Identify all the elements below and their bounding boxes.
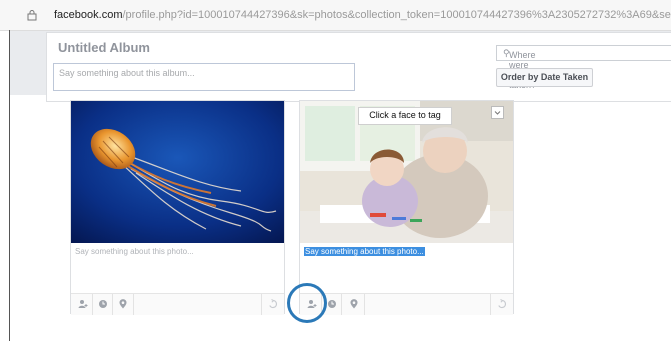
browser-address-bar: facebook.com/profile.php?id=100010744427…	[0, 0, 671, 31]
location-pin-icon[interactable]	[349, 299, 359, 309]
url-path: /profile.php?id=100010744427396&sk=photo…	[122, 9, 671, 21]
rotate-icon[interactable]	[497, 299, 507, 309]
photo-caption-input[interactable]: Say something about this photo...	[75, 247, 194, 256]
clock-icon[interactable]	[98, 299, 108, 309]
location-placeholder: ⚲ Where were these taken?	[503, 48, 536, 90]
photo-caption-input-selected[interactable]: Say something about this photo...	[304, 247, 425, 256]
photo-options-dropdown[interactable]	[491, 106, 504, 119]
photo-jellyfish[interactable]	[71, 101, 284, 243]
photo-card: Say something about this photo...	[70, 100, 285, 315]
tag-tooltip: Click a face to tag	[358, 107, 452, 125]
chevron-down-icon	[494, 111, 501, 115]
lock-icon	[27, 10, 37, 21]
highlight-circle	[287, 283, 327, 323]
url-field[interactable]: facebook.com/profile.php?id=100010744427…	[54, 9, 671, 21]
url-domain: facebook.com	[54, 9, 123, 21]
album-description-placeholder: Say something about this album...	[59, 68, 195, 78]
rotate-icon[interactable]	[268, 299, 278, 309]
photo-card: Say something about this photo...	[299, 100, 514, 315]
album-title[interactable]: Untitled Album	[58, 40, 150, 55]
photo-toolbar	[71, 293, 284, 315]
photo-toolbar	[300, 293, 513, 315]
location-input[interactable]: ⚲ Where were these taken?	[496, 45, 671, 90]
album-description-input[interactable]: Say something about this album...	[53, 63, 355, 91]
tag-person-icon[interactable]	[78, 299, 88, 309]
clock-icon[interactable]	[327, 299, 337, 309]
order-by-date-button[interactable]: Order by Date Taken	[496, 68, 593, 87]
location-pin-icon[interactable]	[118, 299, 128, 309]
jellyfish-image	[71, 101, 284, 243]
